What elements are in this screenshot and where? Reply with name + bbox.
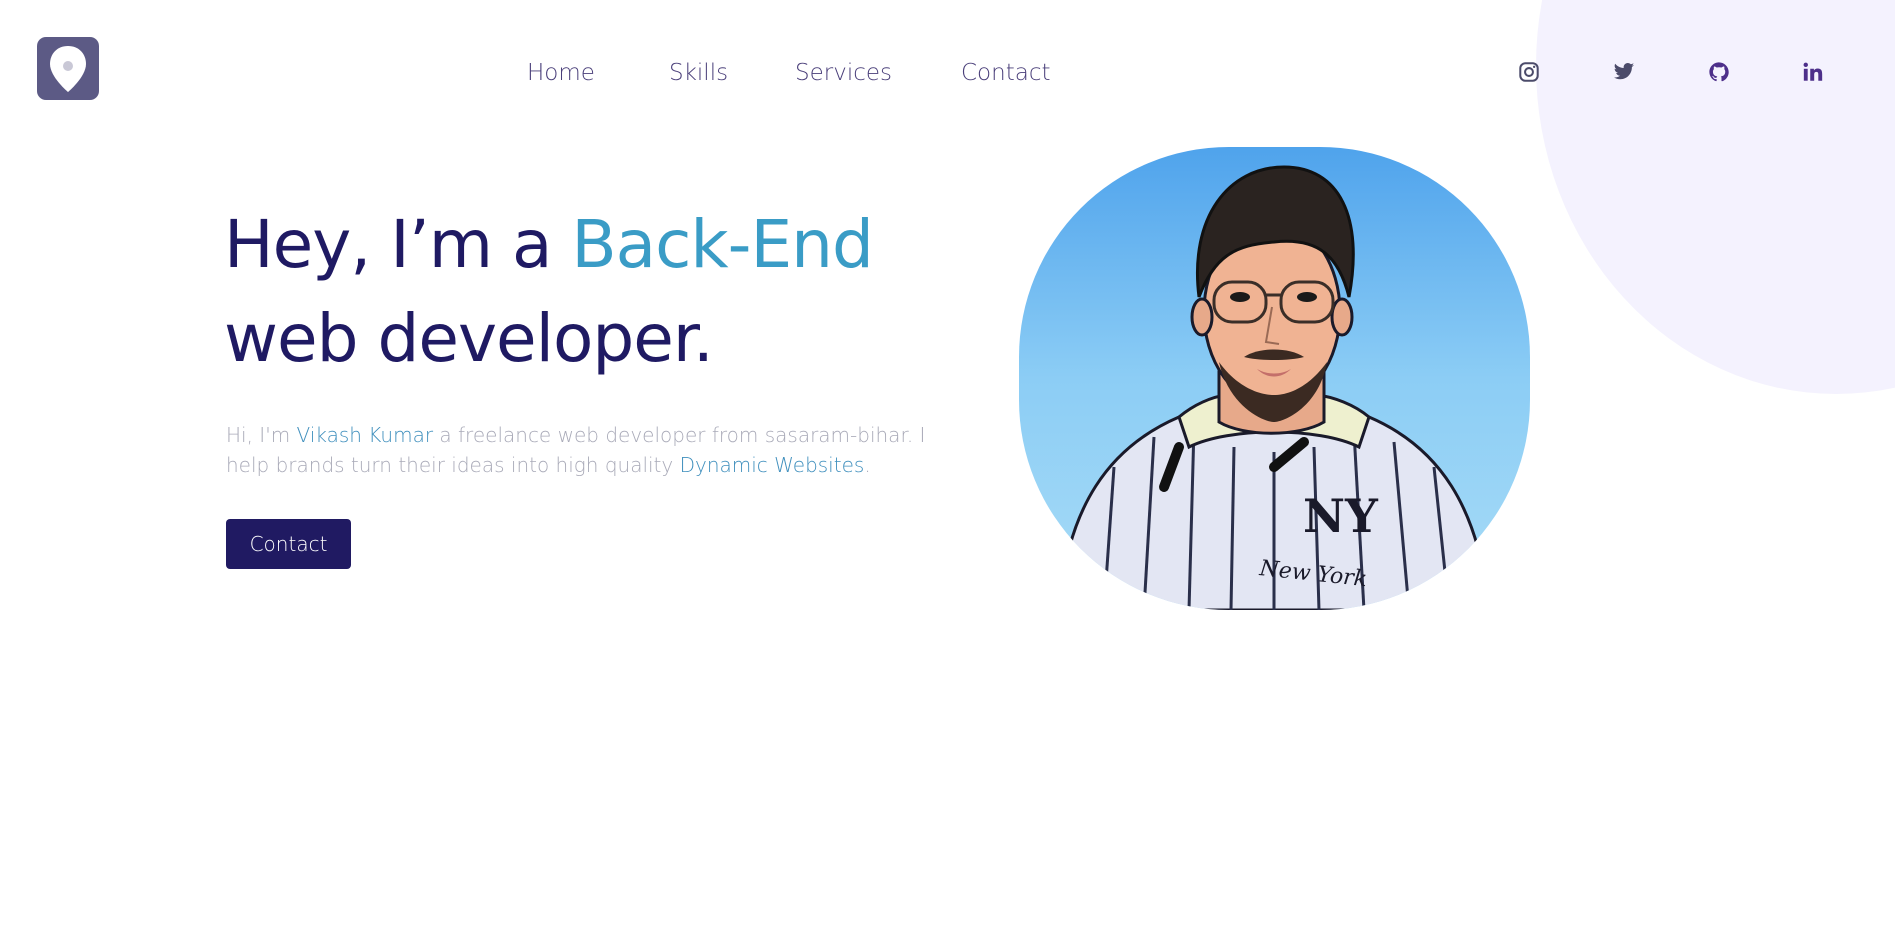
desc-name: Vikash Kumar — [296, 423, 434, 447]
desc-intro: Hi, I'm — [226, 423, 297, 447]
page: Home Skills Services Contact Hey, I’m a … — [0, 0, 1895, 938]
contact-button[interactable]: Contact — [226, 519, 351, 569]
linkedin-icon[interactable] — [1799, 58, 1827, 86]
desc-end: . — [864, 453, 871, 477]
headline-part1: Hey, I’m a — [224, 206, 572, 283]
nav-services[interactable]: Services — [795, 56, 892, 90]
shirt-logo: NY — [1303, 489, 1379, 543]
github-icon[interactable] — [1705, 58, 1733, 86]
hero-headline: Hey, I’m a Back-End web developer. — [224, 198, 874, 386]
headline-accent: Back-End — [571, 206, 873, 283]
headline-line2: web developer. — [224, 300, 714, 377]
nav-home[interactable]: Home — [527, 56, 595, 90]
twitter-icon[interactable] — [1610, 58, 1638, 86]
location-pin-icon — [50, 45, 86, 92]
hero-description: Hi, I'm Vikash Kumar a freelance web dev… — [226, 420, 926, 480]
nav-skills[interactable]: Skills — [669, 56, 728, 90]
nav-contact[interactable]: Contact — [961, 56, 1050, 90]
site-logo[interactable] — [37, 37, 99, 100]
profile-portrait: NY New York — [1019, 147, 1530, 610]
instagram-icon[interactable] — [1515, 58, 1543, 86]
desc-highlight: Dynamic Websites — [679, 453, 865, 477]
